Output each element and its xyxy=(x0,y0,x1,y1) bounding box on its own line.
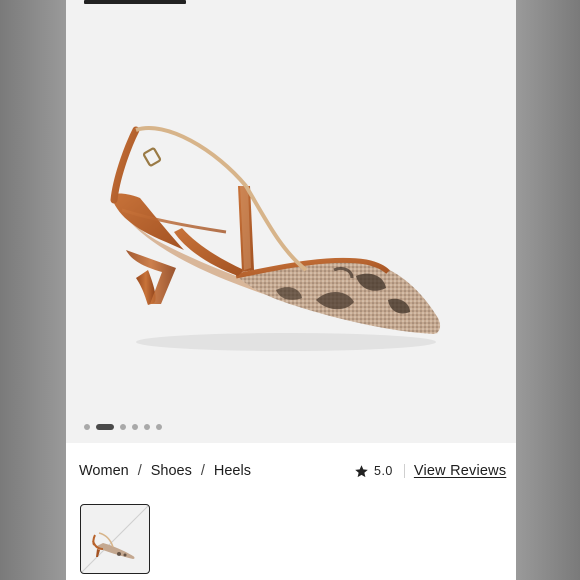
carousel-dot[interactable] xyxy=(156,424,162,430)
carousel-dot-active[interactable] xyxy=(96,424,114,430)
app-screen: Women / Shoes / Heels 5.0 View Reviews xyxy=(66,0,516,580)
product-image-carousel[interactable] xyxy=(66,0,516,443)
breadcrumb-separator: / xyxy=(137,463,142,479)
product-thumbnail[interactable] xyxy=(80,504,150,574)
star-icon xyxy=(355,464,368,477)
carousel-dot[interactable] xyxy=(120,424,126,430)
thumbnail-image xyxy=(81,505,149,573)
breadcrumb: Women / Shoes / Heels xyxy=(79,463,251,479)
carousel-dots xyxy=(84,424,162,430)
carousel-dot[interactable] xyxy=(144,424,150,430)
divider xyxy=(403,464,405,478)
breadcrumb-women[interactable]: Women xyxy=(79,463,129,479)
carousel-dot[interactable] xyxy=(132,424,138,430)
view-reviews-link[interactable]: View Reviews xyxy=(414,463,506,479)
background-blur-left xyxy=(0,0,66,580)
rating-value: 5.0 xyxy=(374,464,393,478)
product-image xyxy=(110,126,441,351)
background-blur-right xyxy=(516,0,580,580)
product-info-bar: Women / Shoes / Heels 5.0 View Reviews xyxy=(66,443,516,499)
breadcrumb-separator: / xyxy=(200,463,205,479)
breadcrumb-heels[interactable]: Heels xyxy=(214,463,251,479)
product-rating: 5.0 View Reviews xyxy=(354,463,506,479)
carousel-dot[interactable] xyxy=(84,424,90,430)
breadcrumb-shoes[interactable]: Shoes xyxy=(151,463,192,479)
